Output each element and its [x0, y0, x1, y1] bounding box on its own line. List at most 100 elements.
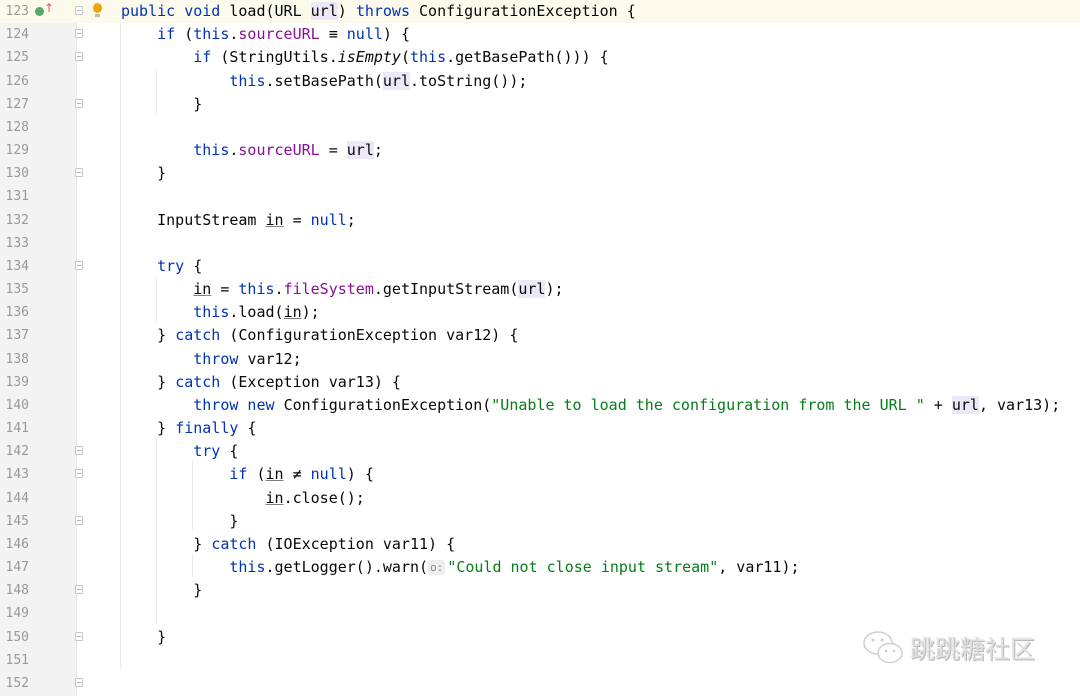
- code-line[interactable]: 148 }: [0, 579, 1080, 602]
- line-number[interactable]: 142: [0, 440, 29, 463]
- code-token: this: [229, 71, 266, 90]
- code-token: this: [193, 25, 230, 44]
- code-line[interactable]: 128: [0, 116, 1080, 139]
- line-number[interactable]: 123: [0, 0, 29, 23]
- code-line[interactable]: 152: [0, 672, 1080, 695]
- line-number[interactable]: 149: [0, 602, 29, 625]
- code-line[interactable]: 136 this.load(in);: [0, 301, 1080, 324]
- code-token: .getLogger().warn(: [265, 558, 429, 577]
- fold-marker-icon[interactable]: [75, 29, 83, 39]
- fold-marker-icon[interactable]: [75, 260, 83, 270]
- fold-marker-icon[interactable]: [75, 585, 83, 595]
- line-number[interactable]: 147: [0, 556, 29, 579]
- code-line[interactable]: 147 this.getLogger().warn(o: "Could not c…: [0, 556, 1080, 579]
- line-number[interactable]: 146: [0, 533, 29, 556]
- code-line[interactable]: 133: [0, 232, 1080, 255]
- code-token: ≠: [283, 465, 311, 484]
- code-token: }: [121, 511, 239, 530]
- code-line[interactable]: 123 ↑ public void load(URL url) throws Con…: [0, 0, 1080, 23]
- code-token: sourceURL: [238, 141, 320, 160]
- code-line[interactable]: 145 }: [0, 510, 1080, 533]
- fold-marker-icon[interactable]: [75, 677, 83, 687]
- code-text: if (this.sourceURL ≡ null) {: [121, 23, 410, 46]
- code-line[interactable]: 124 if (this.sourceURL ≡ null) {: [0, 23, 1080, 46]
- code-line[interactable]: 127 }: [0, 93, 1080, 116]
- code-token: }: [121, 419, 176, 438]
- line-number[interactable]: 151: [0, 649, 29, 672]
- code-editor[interactable]: 123 ↑ public void load(URL url) throws Con…: [0, 0, 1080, 696]
- code-text: } catch (IOException var11) {: [121, 533, 455, 556]
- code-token: url: [310, 2, 338, 20]
- code-token: load(URL: [229, 2, 311, 20]
- line-number[interactable]: 133: [0, 232, 29, 255]
- line-number[interactable]: 130: [0, 162, 29, 185]
- code-token: url: [518, 280, 546, 299]
- line-number[interactable]: 152: [0, 672, 29, 695]
- line-number[interactable]: 126: [0, 70, 29, 93]
- line-number[interactable]: 135: [0, 278, 29, 301]
- line-number[interactable]: 125: [0, 46, 29, 69]
- implements-method-icon[interactable]: [35, 7, 44, 16]
- code-line[interactable]: 135 in = this.fileSystem.getInputStream(…: [0, 278, 1080, 301]
- code-token: catch: [211, 534, 266, 553]
- line-number[interactable]: 143: [0, 463, 29, 486]
- code-line[interactable]: 134 try {: [0, 255, 1080, 278]
- line-number[interactable]: 144: [0, 487, 29, 510]
- code-line[interactable]: 143 if (in ≠ null) {: [0, 463, 1080, 486]
- line-number[interactable]: 140: [0, 394, 29, 417]
- line-number[interactable]: 134: [0, 255, 29, 278]
- code-token: if: [229, 465, 257, 484]
- line-number[interactable]: 145: [0, 510, 29, 533]
- fold-marker-icon[interactable]: [75, 631, 83, 641]
- intention-bulb-icon[interactable]: [93, 3, 102, 17]
- code-line[interactable]: 146 } catch (IOException var11) {: [0, 533, 1080, 556]
- code-line[interactable]: 131: [0, 185, 1080, 208]
- code-line[interactable]: 125 if (StringUtils.isEmpty(this.getBase…: [0, 46, 1080, 69]
- code-token: ;: [346, 210, 356, 229]
- code-token: }: [121, 164, 167, 183]
- line-number[interactable]: 137: [0, 324, 29, 347]
- code-line[interactable]: 139 } catch (Exception var13) {: [0, 371, 1080, 394]
- code-token: this: [238, 280, 275, 299]
- fold-marker-icon[interactable]: [75, 515, 83, 525]
- code-text: InputStream in = null;: [121, 209, 356, 232]
- line-number[interactable]: 148: [0, 579, 29, 602]
- fold-marker-icon[interactable]: [75, 469, 83, 479]
- line-number[interactable]: 150: [0, 626, 29, 649]
- fold-marker-icon[interactable]: [75, 52, 83, 62]
- code-line[interactable]: 132 InputStream in = null;: [0, 209, 1080, 232]
- code-line[interactable]: 129 this.sourceURL = url;: [0, 139, 1080, 162]
- code-token: , var13);: [978, 395, 1061, 414]
- code-token: .toString());: [410, 71, 528, 90]
- line-number[interactable]: 138: [0, 348, 29, 371]
- override-arrow-icon[interactable]: ↑: [44, 2, 54, 14]
- code-line[interactable]: 144 in.close();: [0, 487, 1080, 510]
- line-number[interactable]: 127: [0, 93, 29, 116]
- line-number[interactable]: 131: [0, 185, 29, 208]
- line-number[interactable]: 141: [0, 417, 29, 440]
- line-number[interactable]: 124: [0, 23, 29, 46]
- code-line[interactable]: 142 try {: [0, 440, 1080, 463]
- line-number[interactable]: 139: [0, 371, 29, 394]
- code-line[interactable]: 140 throw new ConfigurationException("Un…: [0, 394, 1080, 417]
- code-token: throw new: [193, 395, 284, 414]
- fold-marker-icon[interactable]: [75, 98, 83, 108]
- code-text: } catch (ConfigurationException var12) {: [121, 324, 518, 347]
- code-line[interactable]: 138 throw var12;: [0, 348, 1080, 371]
- code-line[interactable]: 130 }: [0, 162, 1080, 185]
- code-line[interactable]: 137 } catch (ConfigurationException var1…: [0, 324, 1080, 347]
- code-line[interactable]: 141 } finally {: [0, 417, 1080, 440]
- code-text: in = this.fileSystem.getInputStream(url)…: [121, 278, 564, 301]
- fold-marker-icon[interactable]: [75, 168, 83, 178]
- line-number[interactable]: 136: [0, 301, 29, 324]
- line-number[interactable]: 129: [0, 139, 29, 162]
- code-token: if: [157, 25, 185, 44]
- code-line[interactable]: 126 this.setBasePath(url.toString());: [0, 70, 1080, 93]
- code-line[interactable]: 149: [0, 602, 1080, 625]
- line-number[interactable]: 128: [0, 116, 29, 139]
- line-number[interactable]: 132: [0, 209, 29, 232]
- fold-marker-icon[interactable]: [75, 446, 83, 456]
- fold-marker-icon[interactable]: [75, 6, 83, 15]
